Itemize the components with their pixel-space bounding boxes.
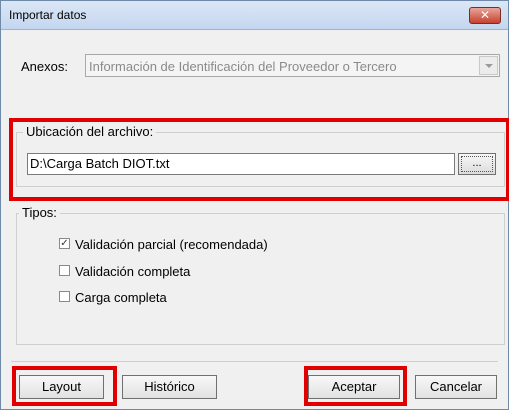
- checkbox-label: Carga completa: [75, 290, 167, 305]
- tipos-legend: Tipos:: [19, 205, 60, 220]
- tipos-group: Tipos:: [16, 205, 505, 345]
- anexos-dropdown[interactable]: Información de Identificación del Provee…: [85, 54, 500, 77]
- file-path-input[interactable]: D:\Carga Batch DIOT.txt: [27, 153, 455, 175]
- anexos-label: Anexos:: [21, 59, 68, 74]
- checkbox-unchecked-icon: [59, 291, 70, 302]
- dropdown-arrow-button[interactable]: [479, 56, 498, 75]
- aceptar-button[interactable]: Aceptar: [308, 375, 400, 399]
- import-dialog: Importar datos ✕ Anexos: Información de …: [0, 0, 509, 410]
- checkbox-label: Validación parcial (recomendada): [75, 237, 268, 252]
- divider: [11, 361, 498, 362]
- browse-button[interactable]: ...: [458, 153, 496, 175]
- checkbox-unchecked-icon: [59, 265, 70, 276]
- focus-outline: [461, 156, 493, 172]
- historico-button[interactable]: Histórico: [122, 375, 217, 399]
- close-button[interactable]: ✕: [469, 7, 501, 24]
- close-icon: ✕: [479, 8, 491, 22]
- ubicacion-legend: Ubicación del archivo:: [23, 124, 157, 139]
- cancelar-button[interactable]: Cancelar: [415, 375, 497, 399]
- layout-button[interactable]: Layout: [19, 375, 104, 399]
- checkbox-label: Validación completa: [75, 264, 191, 279]
- anexos-selected-value: Información de Identificación del Provee…: [89, 59, 397, 74]
- title-bar: Importar datos ✕: [1, 1, 508, 30]
- chevron-down-icon: [485, 64, 493, 68]
- checkbox-checked-icon: ✓: [59, 238, 70, 249]
- dialog-title: Importar datos: [9, 8, 87, 22]
